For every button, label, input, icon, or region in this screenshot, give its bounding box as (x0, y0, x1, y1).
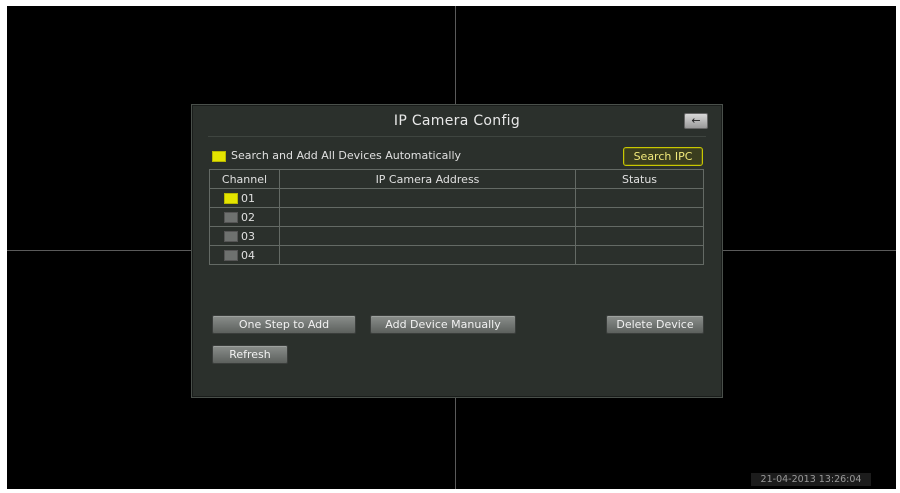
channel-cell: 03 (209, 226, 280, 246)
title-divider (208, 136, 706, 137)
video-display: IP Camera Config ← Search and Add All De… (7, 6, 896, 489)
channel-number: 04 (241, 248, 255, 262)
device-table: Channel IP Camera Address Status 01 02 0… (209, 169, 704, 265)
column-header-ip-address: IP Camera Address (279, 169, 576, 189)
channel-checkbox[interactable] (224, 212, 238, 223)
channel-number: 02 (241, 210, 255, 224)
dialog-title: IP Camera Config (393, 113, 521, 129)
column-header-channel: Channel (209, 169, 280, 189)
channel-cell: 04 (209, 245, 280, 265)
channel-number: 03 (241, 229, 255, 243)
search-ipc-button[interactable]: Search IPC (623, 147, 703, 166)
status-cell (575, 245, 704, 265)
auto-search-label: Search and Add All Devices Automatically (231, 149, 462, 162)
status-cell (575, 188, 704, 208)
channel-cell: 01 (209, 188, 280, 208)
ip-address-cell (279, 226, 576, 246)
status-cell (575, 207, 704, 227)
refresh-button[interactable]: Refresh (212, 345, 288, 364)
channel-checkbox[interactable] (224, 231, 238, 242)
channel-checkbox[interactable] (224, 250, 238, 261)
channel-cell: 02 (209, 207, 280, 227)
table-header-row: Channel IP Camera Address Status (209, 169, 704, 189)
table-row[interactable]: 02 (209, 207, 704, 227)
channel-number: 01 (241, 191, 255, 205)
add-device-manually-button[interactable]: Add Device Manually (370, 315, 516, 334)
ip-address-cell (279, 188, 576, 208)
timestamp-display: 21-04-2013 13:26:04 (751, 473, 871, 486)
delete-device-button[interactable]: Delete Device (606, 315, 704, 334)
ip-address-cell (279, 207, 576, 227)
ip-address-cell (279, 245, 576, 265)
auto-search-checkbox[interactable] (212, 150, 226, 162)
auto-search-option[interactable]: Search and Add All Devices Automatically (212, 149, 461, 162)
back-arrow-icon[interactable]: ← (684, 113, 708, 129)
one-step-to-add-button[interactable]: One Step to Add (212, 315, 356, 334)
table-row[interactable]: 04 (209, 245, 704, 265)
table-row[interactable]: 01 (209, 188, 704, 208)
status-cell (575, 226, 704, 246)
ip-camera-config-dialog: IP Camera Config ← Search and Add All De… (191, 104, 723, 398)
table-row[interactable]: 03 (209, 226, 704, 246)
channel-checkbox[interactable] (224, 193, 238, 204)
column-header-status: Status (575, 169, 704, 189)
